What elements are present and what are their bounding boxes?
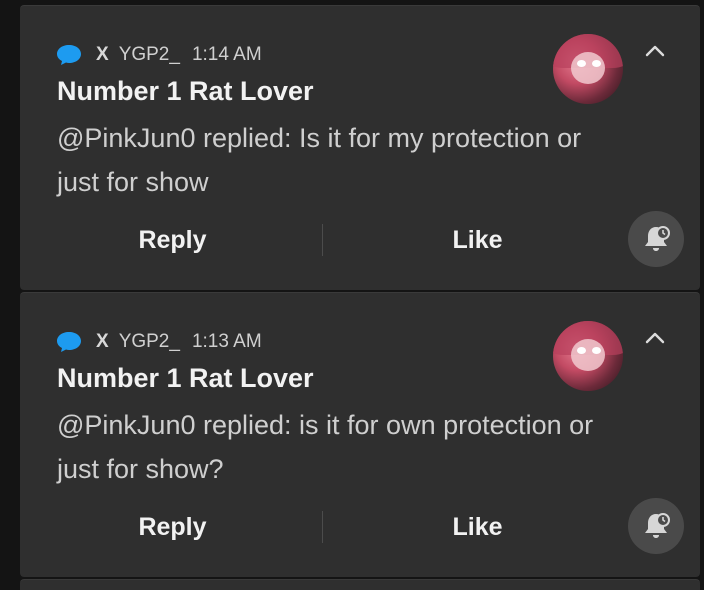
action-divider [322,224,323,256]
account-name: YGP2_ [118,44,180,65]
notification-shade: X YGP2_ 1:14 AM Number 1 Rat Lover @Pink… [0,0,704,590]
notification-time: 1:14 AM [191,44,262,65]
notification-actions: Reply Like [20,505,620,549]
snooze-bell-icon [645,226,670,251]
notification-card-partial[interactable] [20,579,700,590]
notification-body: @PinkJun0 replied: is it for own protect… [57,410,594,484]
notification-title: Number 1 Rat Lover [57,363,314,393]
reply-button[interactable]: Reply [80,505,265,549]
notification-header: X YGP2_ 1:14 AM [56,42,262,68]
notification-actions: Reply Like [20,218,620,262]
like-button[interactable]: Like [380,505,575,549]
account-name: YGP2_ [118,331,180,352]
avatar [553,34,623,104]
notification-header: X YGP2_ 1:13 AM [56,329,262,355]
like-button[interactable]: Like [380,218,575,262]
collapse-button[interactable] [640,323,670,353]
app-name: X [96,44,109,65]
snooze-button[interactable] [628,211,684,267]
app-name: X [96,331,109,352]
chat-bubble-icon [56,44,82,66]
snooze-bell-icon [645,513,670,538]
reply-button[interactable]: Reply [80,218,265,262]
action-divider [322,511,323,543]
avatar [553,321,623,391]
notification-card[interactable]: X YGP2_ 1:13 AM Number 1 Rat Lover @Pink… [20,292,700,577]
notification-card[interactable]: X YGP2_ 1:14 AM Number 1 Rat Lover @Pink… [20,5,700,290]
notification-time: 1:13 AM [191,331,262,352]
snooze-button[interactable] [628,498,684,554]
notification-title: Number 1 Rat Lover [57,76,314,106]
collapse-button[interactable] [640,36,670,66]
chevron-up-icon [645,332,665,344]
notification-body: @PinkJun0 replied: Is it for my protecti… [57,123,582,197]
chevron-up-icon [645,45,665,57]
chat-bubble-icon [56,331,82,353]
